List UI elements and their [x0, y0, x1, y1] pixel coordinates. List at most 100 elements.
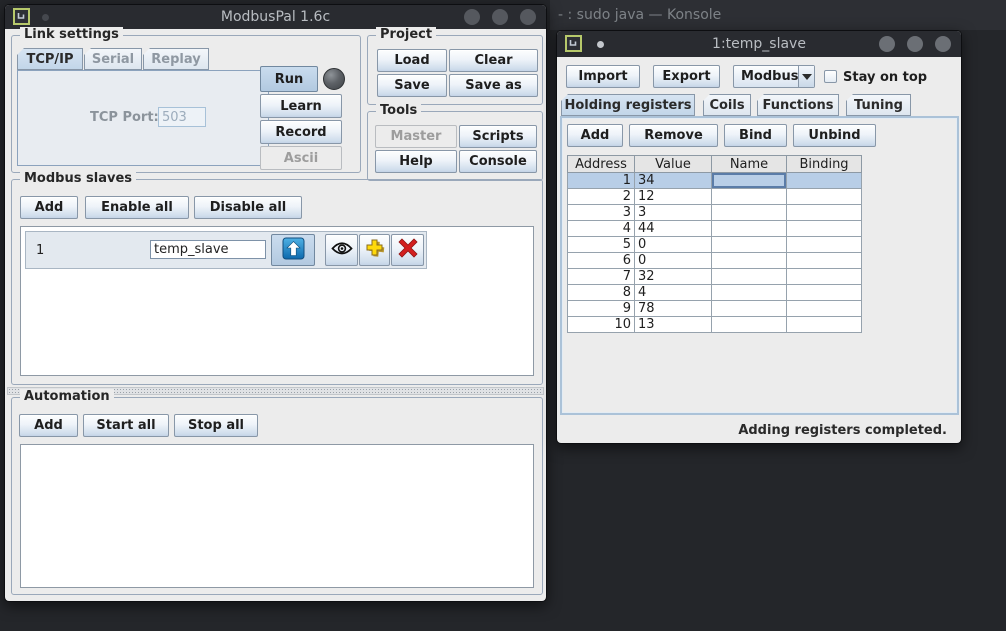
table-row[interactable]: 6 0: [568, 253, 862, 269]
cell-name[interactable]: [712, 189, 787, 205]
cell-name[interactable]: [712, 173, 787, 189]
slave-dialog-titlebar[interactable]: 1:temp_slave: [557, 31, 961, 57]
combobox-arrow-button[interactable]: [798, 66, 814, 87]
cell-name[interactable]: [712, 221, 787, 237]
cell-binding[interactable]: [787, 189, 862, 205]
clear-button[interactable]: Clear: [449, 49, 538, 72]
slave-name-input[interactable]: [150, 240, 266, 259]
col-header-name[interactable]: Name: [712, 156, 787, 173]
cell-binding[interactable]: [787, 301, 862, 317]
console-button[interactable]: Console: [459, 150, 537, 173]
table-row[interactable]: 2 12: [568, 189, 862, 205]
help-button[interactable]: Help: [375, 150, 457, 173]
table-row[interactable]: 4 44: [568, 221, 862, 237]
modbuspal-titlebar[interactable]: ModbusPal 1.6c: [5, 5, 546, 29]
cell-address[interactable]: 8: [568, 285, 635, 301]
tab-replay[interactable]: Replay: [143, 48, 209, 70]
table-row[interactable]: 9 78: [568, 301, 862, 317]
col-header-binding[interactable]: Binding: [787, 156, 862, 173]
cell-name[interactable]: [712, 317, 787, 333]
cell-value[interactable]: 34: [635, 173, 712, 189]
slave-duplicate-button[interactable]: [359, 234, 390, 266]
cell-address[interactable]: 6: [568, 253, 635, 269]
slave-enabled-toggle[interactable]: [271, 234, 315, 266]
cell-value[interactable]: 13: [635, 317, 712, 333]
cell-value[interactable]: 3: [635, 205, 712, 221]
cell-value[interactable]: 0: [635, 253, 712, 269]
cell-binding[interactable]: [787, 205, 862, 221]
cell-value[interactable]: 4: [635, 285, 712, 301]
record-button[interactable]: Record: [260, 120, 342, 144]
dialog-maximize-button[interactable]: [907, 36, 923, 52]
cell-binding[interactable]: [787, 285, 862, 301]
cell-binding[interactable]: [787, 173, 862, 189]
run-button[interactable]: Run: [260, 66, 318, 92]
ascii-button[interactable]: Ascii: [260, 146, 342, 170]
slave-row[interactable]: 1: [25, 231, 427, 269]
register-bind-button[interactable]: Bind: [724, 124, 787, 147]
cell-address[interactable]: 9: [568, 301, 635, 317]
cell-binding[interactable]: [787, 221, 862, 237]
save-button[interactable]: Save: [377, 74, 447, 97]
tab-tcpip[interactable]: TCP/IP: [17, 48, 83, 70]
scripts-button[interactable]: Scripts: [459, 125, 537, 148]
tcp-port-input[interactable]: [158, 107, 206, 127]
register-unbind-button[interactable]: Unbind: [793, 124, 876, 147]
table-row[interactable]: 10 13: [568, 317, 862, 333]
cell-binding[interactable]: [787, 317, 862, 333]
cell-binding[interactable]: [787, 253, 862, 269]
table-row[interactable]: 1 34: [568, 173, 862, 189]
tab-holding-registers[interactable]: Holding registers: [561, 94, 695, 116]
learn-button[interactable]: Learn: [260, 94, 342, 118]
tab-tuning[interactable]: Tuning: [846, 94, 911, 116]
col-header-address[interactable]: Address: [568, 156, 635, 173]
maximize-button[interactable]: [492, 9, 508, 25]
dialog-close-button[interactable]: [935, 36, 951, 52]
start-all-button[interactable]: Start all: [83, 414, 169, 437]
cell-address[interactable]: 10: [568, 317, 635, 333]
dialog-minimize-button[interactable]: [879, 36, 895, 52]
table-row[interactable]: 3 3: [568, 205, 862, 221]
stop-all-button[interactable]: Stop all: [174, 414, 258, 437]
cell-address[interactable]: 1: [568, 173, 635, 189]
cell-name[interactable]: [712, 253, 787, 269]
disable-all-button[interactable]: Disable all: [194, 196, 302, 219]
col-header-value[interactable]: Value: [635, 156, 712, 173]
cell-address[interactable]: 7: [568, 269, 635, 285]
cell-address[interactable]: 5: [568, 237, 635, 253]
close-button[interactable]: [520, 9, 536, 25]
register-add-button[interactable]: Add: [567, 124, 623, 147]
load-button[interactable]: Load: [377, 49, 447, 72]
cell-address[interactable]: 2: [568, 189, 635, 205]
table-row[interactable]: 5 0: [568, 237, 862, 253]
table-row[interactable]: 7 32: [568, 269, 862, 285]
cell-name[interactable]: [712, 301, 787, 317]
slaves-add-button[interactable]: Add: [20, 196, 78, 219]
stay-on-top-checkbox[interactable]: [824, 70, 837, 83]
cell-binding[interactable]: [787, 237, 862, 253]
cell-address[interactable]: 4: [568, 221, 635, 237]
mode-combobox[interactable]: Modbus: [733, 65, 815, 88]
cell-value[interactable]: 0: [635, 237, 712, 253]
cell-value[interactable]: 78: [635, 301, 712, 317]
slave-delete-button[interactable]: [391, 234, 424, 266]
slave-view-button[interactable]: [325, 234, 358, 266]
table-row[interactable]: 8 4: [568, 285, 862, 301]
tab-serial[interactable]: Serial: [84, 48, 142, 70]
cell-address[interactable]: 3: [568, 205, 635, 221]
automation-add-button[interactable]: Add: [19, 414, 78, 437]
cell-binding[interactable]: [787, 269, 862, 285]
cell-name[interactable]: [712, 205, 787, 221]
tab-functions[interactable]: Functions: [757, 94, 839, 116]
konsole-titlebar[interactable]: - : sudo java — Konsole: [550, 0, 1006, 30]
master-button[interactable]: Master: [375, 125, 457, 148]
minimize-button[interactable]: [464, 9, 480, 25]
cell-name[interactable]: [712, 269, 787, 285]
enable-all-button[interactable]: Enable all: [85, 196, 189, 219]
cell-name[interactable]: [712, 237, 787, 253]
cell-value[interactable]: 44: [635, 221, 712, 237]
tab-coils[interactable]: Coils: [703, 94, 751, 116]
import-button[interactable]: Import: [566, 65, 640, 88]
cell-name[interactable]: [712, 285, 787, 301]
cell-value[interactable]: 32: [635, 269, 712, 285]
